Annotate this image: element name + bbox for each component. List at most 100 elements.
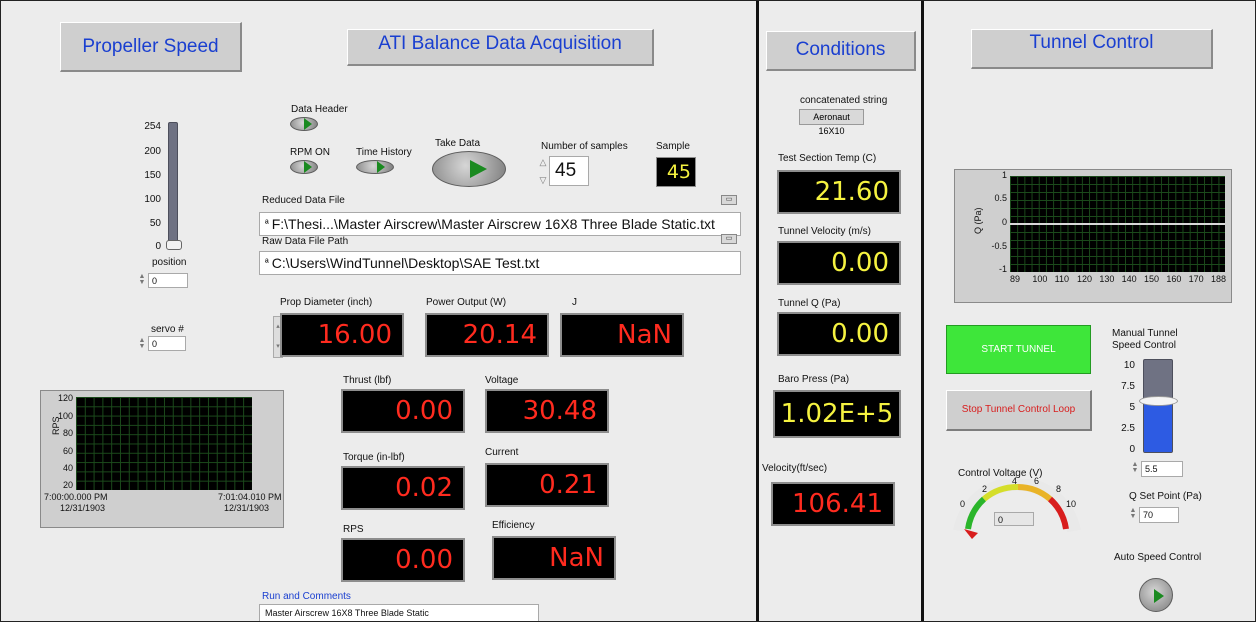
raw-file-path[interactable]: ª C:\Users\WindTunnel\Desktop\SAE Test.t…: [259, 251, 741, 275]
rps-y-tick: 80: [62, 428, 73, 438]
take-data-button[interactable]: [432, 151, 506, 187]
time-history-toggle[interactable]: [356, 160, 394, 174]
q-y-tick: 0: [1001, 217, 1007, 227]
control-voltage-label: Control Voltage (V): [958, 468, 1043, 479]
efficiency-display: NaN: [492, 536, 616, 580]
prop-diameter-label: Prop Diameter (inch): [280, 297, 373, 308]
auto-speed-toggle[interactable]: [1139, 578, 1173, 612]
data-header-label: Data Header: [291, 104, 348, 115]
current-label: Current: [485, 447, 519, 458]
qset-input[interactable]: 70: [1139, 507, 1179, 523]
q-x-tick: 150: [1144, 274, 1160, 284]
rps-y-tick: 120: [57, 393, 73, 403]
qset-spinner[interactable]: ▲ ▼: [1129, 507, 1137, 520]
manual-slider-fill: [1144, 401, 1172, 452]
q-x-tick: 120: [1077, 274, 1093, 284]
raw-file-path-text: C:\Users\WindTunnel\Desktop\SAE Test.txt: [271, 255, 540, 271]
conditions-title: Conditions: [766, 31, 916, 71]
rps-y-tick: 20: [62, 480, 73, 490]
ati-title: ATI Balance Data Acquisition: [347, 29, 654, 66]
num-samples-spinner[interactable]: △ ▽: [539, 153, 547, 189]
position-input[interactable]: 0: [148, 273, 188, 288]
rpm-on-toggle[interactable]: [290, 160, 318, 174]
slider-tick: 100: [144, 194, 161, 205]
q-x-tick: 100: [1032, 274, 1048, 284]
q-x-tick: 140: [1121, 274, 1137, 284]
j-display: NaN: [560, 313, 684, 357]
browse-icon[interactable]: ▭: [721, 234, 737, 244]
rps-y-tick: 100: [57, 411, 73, 421]
prop-diameter-display[interactable]: 16.00: [280, 313, 404, 357]
position-spinner[interactable]: ▲ ▼: [138, 273, 146, 286]
voltage-display: 30.48: [485, 389, 609, 433]
manual-speed-input[interactable]: 5.5: [1141, 461, 1183, 477]
baro-label: Baro Press (Pa): [778, 374, 850, 385]
control-voltage-gauge: 0 2 4 6 8 10 0: [946, 476, 1088, 541]
q-x-tick: 110: [1054, 274, 1070, 284]
slider-thumb[interactable]: [166, 240, 182, 250]
slider-track[interactable]: [168, 122, 178, 250]
thrust-label: Thrust (lbf): [343, 375, 392, 386]
efficiency-label: Efficiency: [492, 520, 535, 531]
data-header-toggle[interactable]: [290, 117, 318, 131]
reduced-file-path[interactable]: ª F:\Thesi...\Master Airscrew\Master Air…: [259, 212, 741, 236]
j-label: J: [572, 297, 577, 308]
gauge-value: 0: [994, 512, 1034, 526]
gauge-tick: 8: [1056, 484, 1062, 494]
manual-tick: 7.5: [1121, 381, 1135, 392]
q-graph: Q (Pa) 1 0.5 0 -0.5 -1 89 100 110 120 130 140…: [954, 169, 1232, 303]
position-label: position: [152, 257, 187, 268]
comments-input[interactable]: Master Airscrew 16X8 Three Blade Static: [259, 604, 539, 621]
q-plot-area: [1010, 176, 1225, 272]
q-axis-label: Q (Pa): [973, 207, 983, 234]
baro-display: 1.02E+5: [773, 390, 901, 438]
path-icon: ª: [265, 257, 269, 269]
manual-tick: 5: [1129, 402, 1135, 413]
manual-spinner[interactable]: ▲ ▼: [1131, 461, 1139, 474]
manual-label-2: Speed Control: [1112, 340, 1176, 351]
take-data-label: Take Data: [435, 138, 481, 149]
temp-label: Test Section Temp (C): [778, 153, 877, 164]
sample-display: 45: [656, 157, 696, 187]
start-tunnel-button[interactable]: START TUNNEL: [946, 325, 1091, 374]
gauge-tick: 2: [982, 484, 988, 494]
propeller-speed-title: Propeller Speed: [60, 22, 242, 72]
velocity-display: 0.00: [777, 241, 901, 285]
sample-label: Sample: [656, 141, 690, 152]
concat-display: Aeronaut 16X10: [799, 109, 864, 136]
gauge-tick: 6: [1034, 476, 1040, 486]
q-y-tick: 1: [1001, 170, 1007, 180]
vel-fts-display: 106.41: [771, 482, 895, 526]
servo-input[interactable]: 0: [148, 336, 186, 351]
tunnel-control-title: Tunnel Control: [971, 29, 1213, 69]
stop-tunnel-button[interactable]: Stop Tunnel Control Loop: [946, 390, 1092, 431]
q-y-tick: 0.5: [994, 193, 1007, 203]
rpm-on-label: RPM ON: [290, 147, 330, 158]
velocity-label: Tunnel Velocity (m/s): [778, 226, 871, 237]
slider-tick: 50: [149, 218, 161, 229]
power-output-label: Power Output (W): [426, 297, 507, 308]
num-samples-input[interactable]: 45: [549, 156, 589, 186]
section-divider: [921, 1, 924, 621]
servo-spinner[interactable]: ▲ ▼: [138, 337, 146, 350]
rps-plot-area: [76, 397, 252, 490]
section-divider: [756, 1, 759, 621]
q-x-tick: 188: [1211, 274, 1227, 284]
rps-x-end-time: 7:01:04.010 PM: [218, 492, 282, 502]
q-x-tick: 170: [1188, 274, 1204, 284]
manual-tick: 0: [1129, 444, 1135, 455]
slider-tick: 200: [144, 146, 161, 157]
q-y-tick: -0.5: [991, 241, 1007, 251]
q-x-axis: 89 100 110 120 130 140 150 160 170 188: [1010, 274, 1227, 286]
qset-label: Q Set Point (Pa): [1129, 491, 1202, 502]
rps-x-start-date: 12/31/1903: [60, 503, 106, 513]
q-x-tick: 160: [1166, 274, 1182, 284]
browse-icon[interactable]: ▭: [721, 195, 737, 205]
manual-tick: 2.5: [1121, 423, 1135, 434]
rps-y-tick: 60: [62, 446, 73, 456]
q-y-tick: -1: [998, 264, 1007, 274]
current-display: 0.21: [485, 463, 609, 507]
rps-graph: RPS 120 100 80 60 40 20 7:00:00.000 PM 1…: [40, 390, 284, 528]
time-history-label: Time History: [356, 147, 412, 158]
slider-tick: 254: [144, 121, 161, 132]
